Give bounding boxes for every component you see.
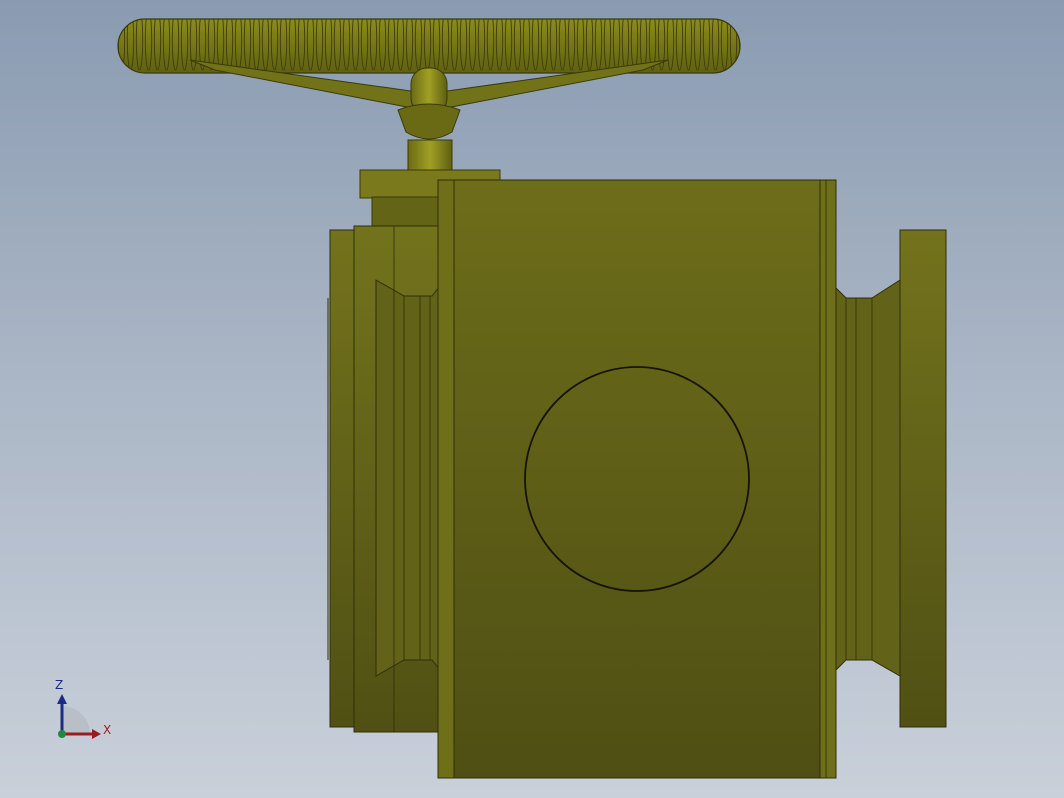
valve-stem <box>407 139 453 171</box>
handwheel[interactable] <box>117 18 741 140</box>
left-flange[interactable] <box>327 225 441 733</box>
triad-origin <box>58 730 66 738</box>
bonnet-block <box>371 196 443 228</box>
body-shell <box>453 179 823 779</box>
cad-viewport[interactable]: Z X <box>0 0 1064 798</box>
body-left-rim <box>437 179 455 779</box>
body-right-rim <box>819 179 837 779</box>
valve-model[interactable] <box>0 0 1064 798</box>
right-flange[interactable] <box>835 229 947 728</box>
handwheel-hub-base <box>397 103 461 140</box>
orientation-triad[interactable]: Z X <box>50 676 120 746</box>
right-flange-plate <box>899 229 947 728</box>
x-axis-label: X <box>103 723 112 737</box>
valve-body[interactable] <box>437 179 837 779</box>
z-axis-label: Z <box>55 678 64 692</box>
